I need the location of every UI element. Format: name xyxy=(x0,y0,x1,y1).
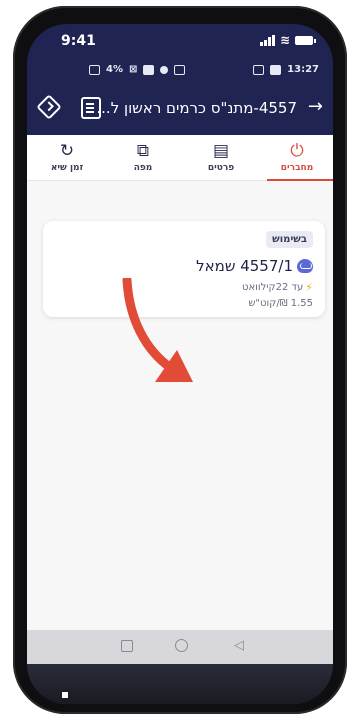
wifi-icon: ≋ xyxy=(279,33,290,47)
signal-icon xyxy=(259,34,275,46)
back-nav-button[interactable]: ◁ xyxy=(234,638,244,653)
tab-details-label: פרטים xyxy=(207,163,235,173)
history-icon: ↻ xyxy=(59,141,75,161)
battery-small-icon xyxy=(89,64,100,75)
tab-map[interactable]: ⧉ מפה xyxy=(107,135,179,180)
battery-icon xyxy=(295,35,316,45)
no-sim-icon: ⊠ xyxy=(128,64,138,75)
gallery-icon xyxy=(174,64,186,75)
map-icon: ⧉ xyxy=(136,141,150,161)
wallpaper-strip xyxy=(27,664,333,704)
tab-bar: ⏻ מחברים ▤ פרטים ⧉ מפה ↻ זמן שיא xyxy=(27,135,333,181)
power-row: ⚡ עד 22קילוואט xyxy=(242,281,313,294)
tab-map-label: מפה xyxy=(133,163,153,173)
ios-status-bar: 9:41 ≋ xyxy=(27,24,333,58)
android-status-left: 4% ⊠ xyxy=(89,64,186,75)
tab-peak-time-label: זמן שיא xyxy=(50,163,84,173)
pointer-arrow-icon xyxy=(122,278,193,382)
dnd-icon xyxy=(160,65,169,74)
android-nav-bar: ◁ xyxy=(27,630,333,664)
tab-connectors[interactable]: ⏻ מחברים xyxy=(261,135,333,181)
screen: 9:41 ≋ 4% ⊠ 13:27 4557-מתנ"ס כרמים ראשון… xyxy=(27,24,333,704)
calendar-icon xyxy=(270,64,282,75)
back-button[interactable]: → xyxy=(308,96,323,117)
tab-peak-time[interactable]: ↻ זמן שיא xyxy=(31,135,103,180)
power-text: עד 22קילוואט xyxy=(241,282,304,293)
plug-icon: ⏻ xyxy=(290,141,304,161)
tab-connectors-label: מחברים xyxy=(280,163,314,173)
cast-icon xyxy=(253,64,265,75)
android-status-right: 13:27 xyxy=(253,64,319,75)
battery-percent: 4% xyxy=(106,64,123,75)
price-text: 1.55 ₪/קוט"ש xyxy=(248,298,313,309)
clipboard-icon: ▤ xyxy=(212,141,230,161)
connector-row: 4557/1 שמאל xyxy=(196,257,313,275)
connector-name: 4557/1 שמאל xyxy=(196,257,293,275)
home-indicator xyxy=(62,692,68,698)
ios-time: 9:41 xyxy=(61,33,96,49)
app-bar: 4557-מתנ"ס כרמים ראשון ל... → xyxy=(27,90,333,126)
recents-button[interactable] xyxy=(121,640,133,652)
bolt-icon: ⚡ xyxy=(305,281,313,294)
page-title: 4557-מתנ"ס כרמים ראשון ל... xyxy=(96,99,297,117)
ios-status-icons: ≋ xyxy=(259,33,316,47)
android-time: 13:27 xyxy=(287,64,319,75)
directions-icon[interactable] xyxy=(36,94,62,120)
main-content: ⏻ מחברים ▤ פרטים ⧉ מפה ↻ זמן שיא בשימוש … xyxy=(27,135,333,632)
android-status-bar: 4% ⊠ 13:27 xyxy=(27,62,333,80)
status-badge: בשימוש xyxy=(266,231,313,248)
vibrate-icon xyxy=(143,64,155,75)
connector-type-icon xyxy=(297,259,313,273)
home-button[interactable] xyxy=(175,639,188,652)
tab-details[interactable]: ▤ פרטים xyxy=(185,135,257,180)
